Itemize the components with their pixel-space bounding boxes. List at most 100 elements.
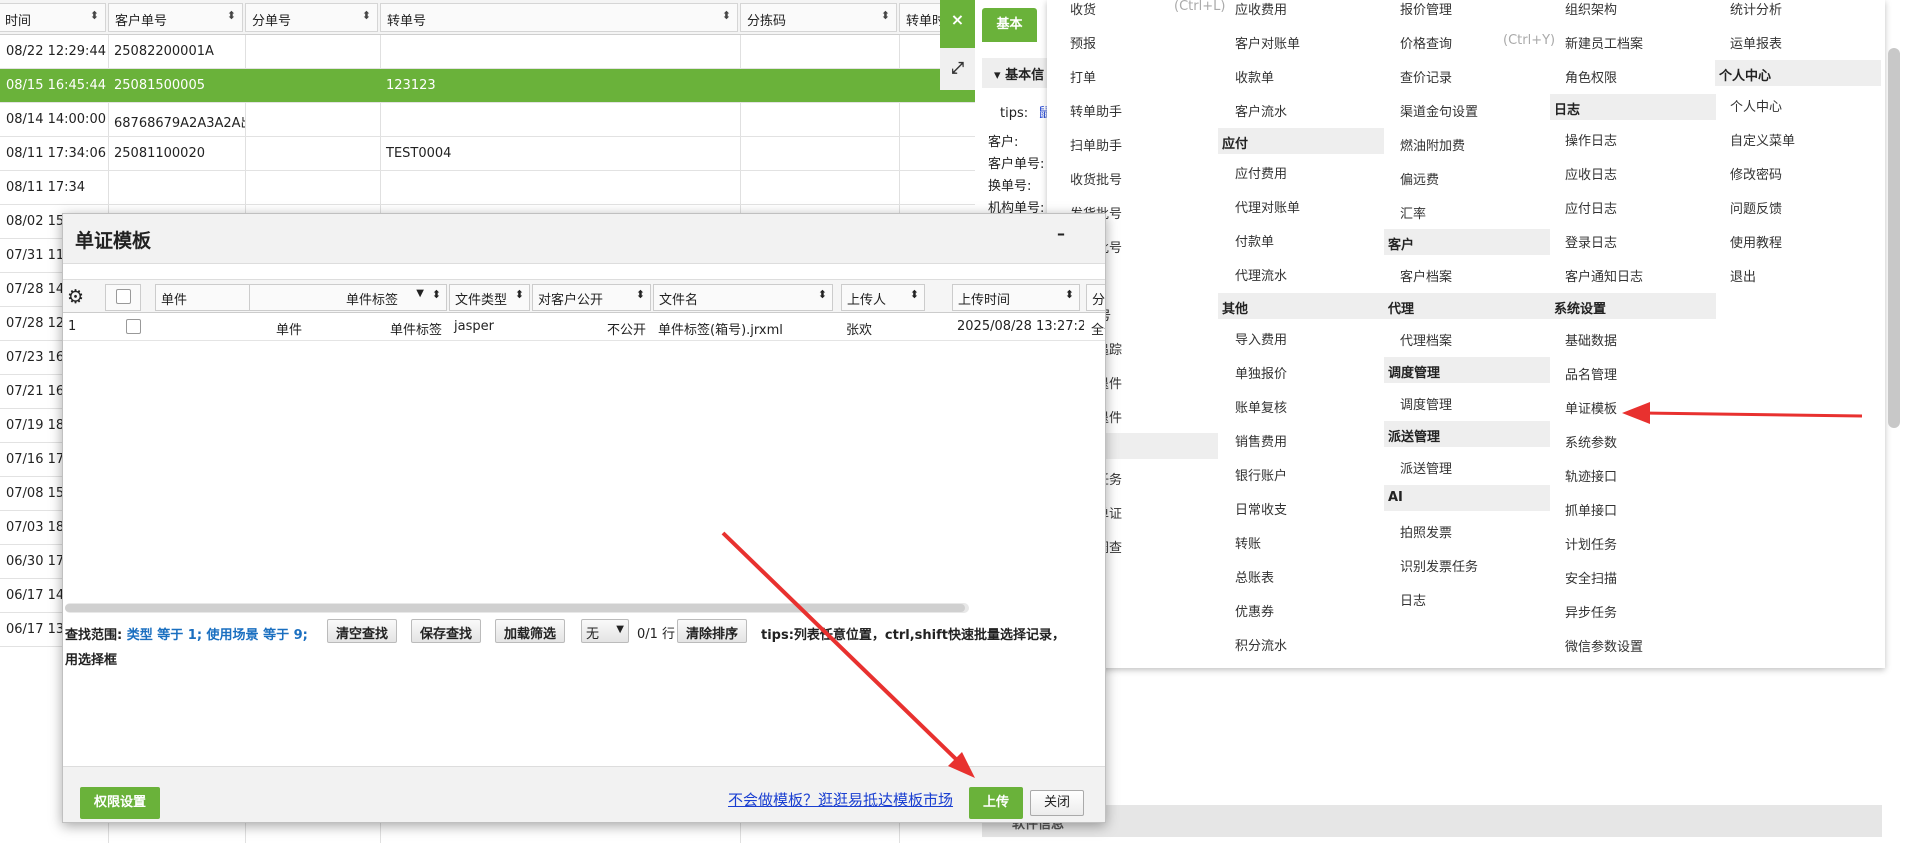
sort-icon[interactable]: ⬍ <box>1065 288 1074 301</box>
sort-icon[interactable]: ⬍ <box>818 288 827 301</box>
menu-item[interactable]: 打单 <box>1070 67 1096 86</box>
menu-item[interactable]: 银行账户 <box>1235 465 1287 484</box>
menu-item[interactable]: 转单助手 <box>1070 101 1122 120</box>
col-header-file-name[interactable]: 文件名 ⬍ <box>653 284 833 311</box>
sort-icon[interactable]: ⬍ <box>515 288 524 301</box>
menu-item[interactable]: 导入费用 <box>1235 329 1287 348</box>
menu-item[interactable]: 积分流水 <box>1235 635 1287 654</box>
dropdown-icon[interactable]: ▼ <box>416 288 424 299</box>
menu-item[interactable]: 计划任务 <box>1565 534 1617 553</box>
menu-item[interactable]: 修改密码 <box>1730 164 1782 183</box>
menu-item[interactable]: 应付日志 <box>1565 198 1617 217</box>
col-header-customer-no[interactable]: 客户单号 ⬍ <box>108 3 243 32</box>
menu-item[interactable]: 识别发票任务 <box>1400 556 1478 575</box>
menu-item[interactable]: 异步任务 <box>1565 602 1617 621</box>
menu-item[interactable]: 客户对账单 <box>1235 33 1300 52</box>
sort-icon[interactable]: ⬍ <box>636 288 645 301</box>
menu-item[interactable]: 查价记录 <box>1400 67 1452 86</box>
menu-item[interactable]: 新建员工档案 <box>1565 33 1643 52</box>
col-header-time[interactable]: 时间 ⬍ <box>0 3 106 32</box>
col-header-public[interactable]: 对客户公开 ⬍ <box>532 284 651 311</box>
menu-item[interactable]: 自定义菜单 <box>1730 130 1795 149</box>
table-row[interactable]: 08/15 16:45:44 25081500005 123123 <box>0 69 975 103</box>
settings-icon[interactable]: ⚙ <box>63 284 99 311</box>
menu-item[interactable]: 付款单 <box>1235 231 1274 250</box>
select-all-checkbox[interactable] <box>105 284 141 311</box>
menu-item[interactable]: 转账 <box>1235 533 1261 552</box>
menu-item[interactable]: 基础数据 <box>1565 330 1617 349</box>
menu-item[interactable]: 运单报表 <box>1730 33 1782 52</box>
col-header-sub-no[interactable]: 分单号 ⬍ <box>245 3 378 32</box>
menu-item[interactable]: 销售费用 <box>1235 431 1287 450</box>
load-filter-button[interactable]: 加载筛选 <box>495 619 566 643</box>
menu-item[interactable]: 偏远费 <box>1400 169 1439 188</box>
menu-item[interactable]: 应收费用 <box>1235 0 1287 18</box>
menu-item[interactable]: 优惠券 <box>1235 601 1274 620</box>
menu-item[interactable]: 代理流水 <box>1235 265 1287 284</box>
col-header-sort-code[interactable]: 分拣码 ⬍ <box>740 3 897 32</box>
menu-item[interactable]: 抓单接口 <box>1565 500 1617 519</box>
menu-scrollbar[interactable] <box>1888 48 1900 428</box>
menu-item[interactable]: 应收日志 <box>1565 164 1617 183</box>
menu-item[interactable]: 安全扫描 <box>1565 568 1617 587</box>
col-header-extra[interactable]: 分 <box>1086 284 1105 311</box>
menu-item[interactable]: 组织架构 <box>1565 0 1617 18</box>
menu-item[interactable]: 汇率 <box>1400 203 1426 222</box>
sort-icon[interactable]: ⬍ <box>881 9 890 22</box>
menu-item[interactable]: 退出 <box>1730 266 1756 285</box>
menu-item[interactable]: 燃油附加费 <box>1400 135 1465 154</box>
menu-item[interactable]: 代理对账单 <box>1235 197 1300 216</box>
horizontal-scroll-thumb[interactable] <box>65 604 965 612</box>
filter-select[interactable]: 无 ▼ <box>581 619 629 643</box>
menu-item[interactable]: 派送管理 <box>1400 458 1452 477</box>
sort-icon[interactable]: ⬍ <box>90 9 99 22</box>
menu-item[interactable]: 微信参数设置 <box>1565 636 1643 655</box>
panel-software-info[interactable]: 软件信息 <box>982 805 1882 837</box>
menu-item[interactable]: 扫单助手 <box>1070 135 1122 154</box>
menu-item[interactable]: 收货批号 <box>1070 169 1122 188</box>
menu-item[interactable]: 问题反馈 <box>1730 198 1782 217</box>
sort-icon[interactable]: ⬍ <box>910 288 919 301</box>
menu-item[interactable]: 报价管理 <box>1400 0 1452 18</box>
permission-settings-button[interactable]: 权限设置 <box>80 787 160 819</box>
menu-item[interactable]: 价格查询 <box>1400 33 1452 52</box>
menu-item[interactable]: 品名管理 <box>1565 364 1617 383</box>
menu-item[interactable]: 日常收支 <box>1235 499 1287 518</box>
menu-item[interactable]: 日志 <box>1400 590 1426 609</box>
menu-item[interactable]: 登录日志 <box>1565 232 1617 251</box>
clear-search-button[interactable]: 清空查找 <box>327 619 398 643</box>
menu-item[interactable]: 调度管理 <box>1400 394 1452 413</box>
sort-icon[interactable]: ⬍ <box>432 288 441 301</box>
close-button[interactable]: 关闭 <box>1030 790 1084 816</box>
upload-button[interactable]: 上传 <box>969 787 1023 819</box>
table-row[interactable]: 08/11 17:34 <box>0 171 975 205</box>
menu-item[interactable]: 拍照发票 <box>1400 522 1452 541</box>
sort-icon[interactable]: ⬍ <box>362 9 371 22</box>
col-header-upload-time[interactable]: 上传时间 ⬍ <box>952 284 1080 311</box>
col-header-transfer-no[interactable]: 转单号 ⬍ <box>380 3 738 32</box>
close-icon[interactable]: × <box>940 0 975 40</box>
expand-icon[interactable]: ⤢ <box>940 48 975 90</box>
table-row[interactable]: 08/22 12:29:44 25082200001A <box>0 35 975 69</box>
menu-item[interactable]: 应付费用 <box>1235 163 1287 182</box>
table-row[interactable]: 08/14 14:00:00 68768679A2A3A2A出 <box>0 103 975 137</box>
menu-item[interactable]: 账单复核 <box>1235 397 1287 416</box>
menu-item[interactable]: 代理档案 <box>1400 330 1452 349</box>
col-header-label[interactable]: 单件标签 ▼ ⬍ <box>249 284 447 311</box>
tab-basic[interactable]: 基本 <box>982 8 1037 42</box>
menu-item[interactable]: 收款单 <box>1235 67 1274 86</box>
table-row[interactable]: 1 单件 单件标签 jasper 不公开 单件标签(箱号).jrxml 张欢 2… <box>63 313 1105 341</box>
menu-item[interactable]: 统计分析 <box>1730 0 1782 18</box>
menu-item[interactable]: 客户通知日志 <box>1565 266 1643 285</box>
menu-item[interactable]: 预报 <box>1070 33 1096 52</box>
menu-item[interactable]: 客户流水 <box>1235 101 1287 120</box>
menu-item[interactable]: 轨迹接口 <box>1565 466 1617 485</box>
menu-item[interactable]: 操作日志 <box>1565 130 1617 149</box>
menu-item[interactable]: 角色权限 <box>1565 67 1617 86</box>
col-header-file-type[interactable]: 文件类型 ⬍ <box>449 284 530 311</box>
minimize-icon[interactable]: – <box>1057 224 1065 243</box>
table-row[interactable]: 08/11 17:34:06 25081100020 TEST0004 <box>0 137 975 171</box>
menu-item[interactable]: 总账表 <box>1235 567 1274 586</box>
sort-icon[interactable]: ⬍ <box>227 9 236 22</box>
menu-item[interactable]: 使用教程 <box>1730 232 1782 251</box>
